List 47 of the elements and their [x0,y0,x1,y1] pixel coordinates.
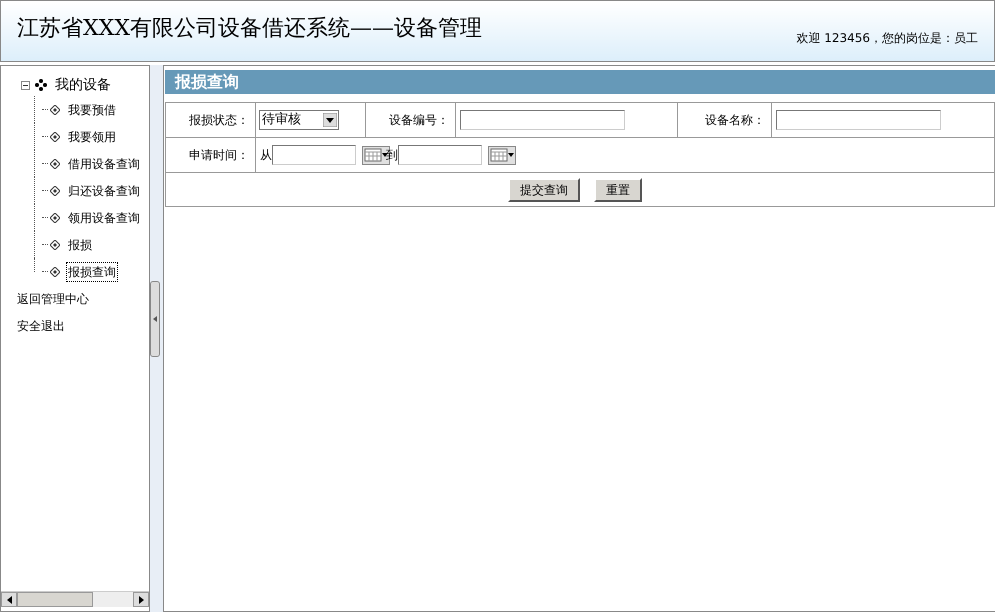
calendar-button[interactable] [488,146,516,164]
sidebar-link[interactable]: 安全退出 [17,316,65,334]
tree-item[interactable]: 我要预借 [66,100,118,120]
right-arrow-icon [138,596,144,604]
scroll-left-button[interactable] [1,592,17,607]
diamond-icon [50,240,60,250]
code-input[interactable] [460,110,625,130]
tree-item[interactable]: 归还设备查询 [66,180,142,200]
collapse-toggle[interactable] [21,80,30,90]
end-date-input[interactable] [398,145,482,165]
tree-item[interactable]: 借用设备查询 [66,154,142,174]
tree-item[interactable]: 报损查询 [66,262,118,282]
field-label: 设备名称： [705,112,765,129]
sidebar-link[interactable]: 返回管理中心 [17,290,89,308]
from-label: 从 [260,147,272,164]
name-input[interactable] [776,110,941,130]
diamond-icon [50,158,60,168]
calendar-icon [490,148,514,162]
diamond-icon [50,266,60,276]
scroll-right-button[interactable] [133,592,149,607]
tree-item[interactable]: 我的设备 [55,74,111,96]
left-arrow-icon [6,596,12,604]
diamond-icon [50,186,60,196]
field-label: 报损状态： [189,112,249,129]
tree-item[interactable]: 我要领用 [66,126,118,146]
dropdown-arrow-icon [323,113,337,127]
welcome-text: 欢迎 123456，您的岗位是：员工 [796,30,978,47]
diamond-icon [50,104,60,114]
submit-button[interactable]: 提交查询 [508,178,580,202]
start-date-input[interactable] [272,145,356,165]
app-title: 江苏省XXX有限公司设备借还系统——设备管理 [17,14,482,42]
to-label: 到 [386,147,398,164]
field-label: 申请时间： [189,147,249,164]
diamond-dots-icon [35,79,47,91]
reset-button[interactable]: 重置 [594,178,642,202]
splitter-handle[interactable] [150,280,160,356]
minus-icon [23,82,28,88]
panel-title: 报损查询 [175,71,239,93]
status-dropdown[interactable]: 待审核 [259,110,339,130]
diamond-icon [50,132,60,142]
tree-item[interactable]: 报损 [66,234,94,254]
calendar-icon [364,148,388,162]
field-label: 设备编号： [389,112,449,129]
diamond-icon [50,212,60,222]
scrollbar-thumb[interactable] [17,592,93,607]
collapse-arrow-icon [153,316,157,322]
tree-item[interactable]: 领用设备查询 [66,208,142,228]
